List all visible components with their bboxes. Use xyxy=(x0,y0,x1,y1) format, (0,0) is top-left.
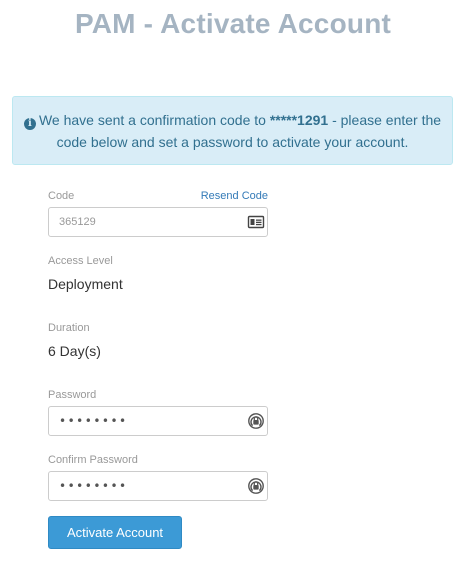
duration-value: 6 Day(s) xyxy=(48,343,101,359)
password-manager-icon[interactable] xyxy=(247,412,265,430)
resend-code-link[interactable]: Resend Code xyxy=(201,190,268,202)
access-level-label: Access Level xyxy=(48,255,113,267)
confirm-password-masked-value: •••••••• xyxy=(59,479,128,493)
password-field[interactable]: •••••••• xyxy=(48,406,268,436)
duration-label: Duration xyxy=(48,322,90,334)
masked-phone-number: *****1291 xyxy=(269,112,329,128)
access-level-value: Deployment xyxy=(48,276,123,292)
confirm-password-field[interactable]: •••••••• xyxy=(48,471,268,501)
activate-account-page: PAM - Activate Account i We have sent a c… xyxy=(0,0,466,566)
password-masked-value: •••••••• xyxy=(59,414,128,428)
info-circle-icon: i xyxy=(23,118,36,130)
alert-text-start: We have sent a confirmation code to xyxy=(38,112,270,128)
password-manager-icon[interactable] xyxy=(247,477,265,495)
page-title: PAM - Activate Account xyxy=(74,8,392,39)
confirm-password-label: Confirm Password xyxy=(48,454,138,466)
activate-account-button[interactable]: Activate Account xyxy=(48,516,182,549)
code-input[interactable] xyxy=(49,208,239,236)
id-card-icon xyxy=(247,215,265,229)
code-label: Code xyxy=(48,190,75,202)
password-label: Password xyxy=(48,389,97,401)
code-field[interactable] xyxy=(48,207,268,237)
info-alert: i We have sent a confirmation code to ***… xyxy=(12,96,453,165)
